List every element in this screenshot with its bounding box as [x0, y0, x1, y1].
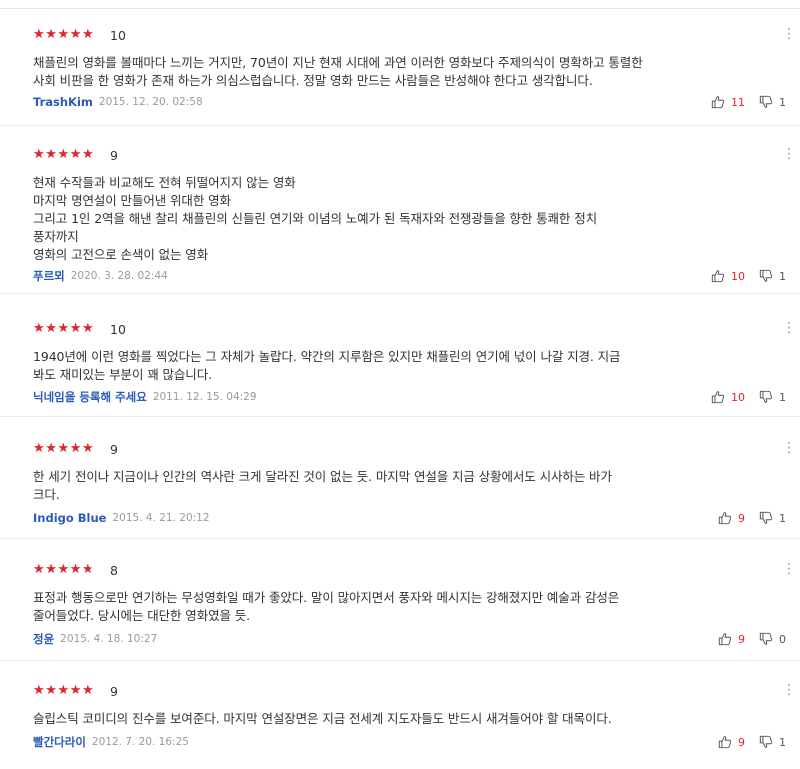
review-author[interactable]: TrashKim: [33, 95, 93, 109]
vote-controls: 10 1: [711, 389, 786, 405]
like-count: 9: [738, 735, 745, 749]
dislike-count: 1: [779, 511, 786, 525]
thumbs-up-icon: [711, 391, 725, 404]
more-options-icon[interactable]: ⋮: [782, 320, 796, 338]
dislike-button[interactable]: 1: [759, 511, 786, 525]
review-author[interactable]: 닉네임을 등록해 주세요: [33, 389, 147, 405]
like-button[interactable]: 10: [711, 269, 745, 283]
star-rating: ★★★★★ ★★★★★: [33, 562, 95, 577]
like-count: 9: [738, 632, 745, 646]
thumbs-up-icon: [718, 736, 732, 749]
review-date: 2011. 12. 15. 04:29: [152, 391, 257, 403]
review-author[interactable]: 푸르뫼: [33, 268, 65, 284]
rating-row: ★★★★★ ★★★★★ 8: [33, 561, 800, 579]
star-rating: ★★★★★ ★★★★★: [33, 321, 95, 336]
thumbs-up-icon: [718, 512, 732, 525]
rating-score: 9: [110, 147, 118, 163]
review-text: 표정과 행동으로만 연기하는 무성영화일 때가 좋았다. 말이 많아지면서 풍자…: [33, 590, 620, 623]
review-meta: TrashKim 2015. 12. 20. 02:58: [33, 94, 203, 110]
review-text: 1940년에 이런 영화를 찍었다는 그 자체가 놀랍다. 약간의 지루함은 있…: [33, 349, 621, 382]
vote-controls: 10 1: [711, 268, 786, 284]
divider: [0, 8, 800, 9]
review-author[interactable]: Indigo Blue: [33, 511, 106, 525]
like-count: 11: [731, 95, 745, 109]
star-rating: ★★★★★ ★★★★★: [33, 683, 95, 698]
review-text: 현재 수작들과 비교해도 전혀 뒤떨어지지 않는 영화 마지막 명연설이 만들어…: [33, 175, 598, 262]
review-date: 2012. 7. 20. 16:25: [91, 736, 189, 748]
review-meta: 정윤 2015. 4. 18. 10:27: [33, 631, 157, 647]
review-text: 한 세기 전이나 지금이나 인간의 역사란 크게 달라진 것이 없는 듯. 마지…: [33, 469, 612, 502]
review-item: ★★★★★ ★★★★★ 9 ⋮ 한 세기 전이나 지금이나 인간의 역사란 크게 …: [0, 440, 800, 539]
dislike-button[interactable]: 1: [759, 735, 786, 749]
vote-controls: 11 1: [711, 94, 786, 110]
rating-score: 9: [110, 441, 118, 457]
more-options-icon[interactable]: ⋮: [782, 146, 796, 164]
dislike-button[interactable]: 0: [759, 632, 786, 646]
dislike-count: 0: [779, 632, 786, 646]
dislike-count: 1: [779, 95, 786, 109]
rating-score: 9: [110, 683, 118, 699]
thumbs-down-icon: [759, 269, 773, 282]
more-options-icon[interactable]: ⋮: [782, 440, 796, 458]
thumbs-down-icon: [759, 390, 773, 403]
rating-row: ★★★★★ ★★★★★ 10: [33, 320, 800, 338]
like-button[interactable]: 10: [711, 390, 745, 404]
like-count: 9: [738, 511, 745, 525]
vote-controls: 9 1: [718, 734, 786, 750]
review-date: 2020. 3. 28. 02:44: [70, 270, 168, 282]
dislike-button[interactable]: 1: [759, 95, 786, 109]
thumbs-up-icon: [718, 633, 732, 646]
review-item: ★★★★★ ★★★★★ 9 ⋮ 슬립스틱 코미디의 진수를 보여준다. 마지막 연…: [0, 682, 800, 769]
dislike-button[interactable]: 1: [759, 390, 786, 404]
like-button[interactable]: 9: [718, 632, 745, 646]
star-rating: ★★★★★ ★★★★★: [33, 441, 95, 456]
more-options-icon[interactable]: ⋮: [782, 26, 796, 44]
review-item: ★★★★★ ★★★★★ 8 ⋮ 표정과 행동으로만 연기하는 무성영화일 때가 좋…: [0, 561, 800, 661]
star-rating: ★★★★★ ★★★★★: [33, 147, 95, 162]
review-meta: 푸르뫼 2020. 3. 28. 02:44: [33, 268, 168, 284]
rating-row: ★★★★★ ★★★★★ 9: [33, 146, 800, 164]
review-date: 2015. 4. 21. 20:12: [112, 512, 210, 524]
review-item: ★★★★★ ★★★★★ 10 ⋮ 1940년에 이런 영화를 찍었다는 그 자체가…: [0, 320, 800, 417]
review-date: 2015. 12. 20. 02:58: [98, 96, 203, 108]
thumbs-down-icon: [759, 735, 773, 748]
review-text: 채플린의 영화를 볼때마다 느끼는 거지만, 70년이 지난 현재 시대에 과연…: [33, 55, 643, 88]
like-count: 10: [731, 390, 745, 404]
thumbs-up-icon: [711, 270, 725, 283]
review-item: ★★★★★ ★★★★★ 9 ⋮ 현재 수작들과 비교해도 전혀 뒤떨어지지 않는 …: [0, 146, 800, 294]
like-button[interactable]: 11: [711, 95, 745, 109]
dislike-count: 1: [779, 269, 786, 283]
vote-controls: 9 0: [718, 631, 786, 647]
thumbs-down-icon: [759, 95, 773, 108]
review-meta: Indigo Blue 2015. 4. 21. 20:12: [33, 510, 210, 526]
review-text: 슬립스틱 코미디의 진수를 보여준다. 마지막 연설장면은 지금 전세계 지도자…: [33, 711, 612, 726]
review-author[interactable]: 정윤: [33, 631, 54, 647]
dislike-button[interactable]: 1: [759, 269, 786, 283]
more-options-icon[interactable]: ⋮: [782, 682, 796, 700]
dislike-count: 1: [779, 390, 786, 404]
more-options-icon[interactable]: ⋮: [782, 561, 796, 579]
like-count: 10: [731, 269, 745, 283]
review-meta: 닉네임을 등록해 주세요 2011. 12. 15. 04:29: [33, 389, 257, 405]
thumbs-down-icon: [759, 632, 773, 645]
rating-score: 10: [110, 27, 126, 43]
like-button[interactable]: 9: [718, 511, 745, 525]
rating-row: ★★★★★ ★★★★★ 10: [33, 26, 800, 44]
review-author[interactable]: 빨간다라이: [33, 734, 86, 750]
like-button[interactable]: 9: [718, 735, 745, 749]
review-item: ★★★★★ ★★★★★ 10 ⋮ 채플린의 영화를 볼때마다 느끼는 거지만, 7…: [0, 26, 800, 126]
star-rating: ★★★★★ ★★★★★: [33, 27, 95, 42]
review-meta: 빨간다라이 2012. 7. 20. 16:25: [33, 734, 189, 750]
thumbs-down-icon: [759, 511, 773, 524]
vote-controls: 9 1: [718, 510, 786, 526]
rating-score: 10: [110, 321, 126, 337]
dislike-count: 1: [779, 735, 786, 749]
review-date: 2015. 4. 18. 10:27: [60, 633, 158, 645]
review-list: ★★★★★ ★★★★★ 10 ⋮ 채플린의 영화를 볼때마다 느끼는 거지만, 7…: [0, 0, 800, 769]
rating-row: ★★★★★ ★★★★★ 9: [33, 440, 800, 458]
rating-row: ★★★★★ ★★★★★ 9: [33, 682, 800, 700]
thumbs-up-icon: [711, 96, 725, 109]
rating-score: 8: [110, 562, 118, 578]
